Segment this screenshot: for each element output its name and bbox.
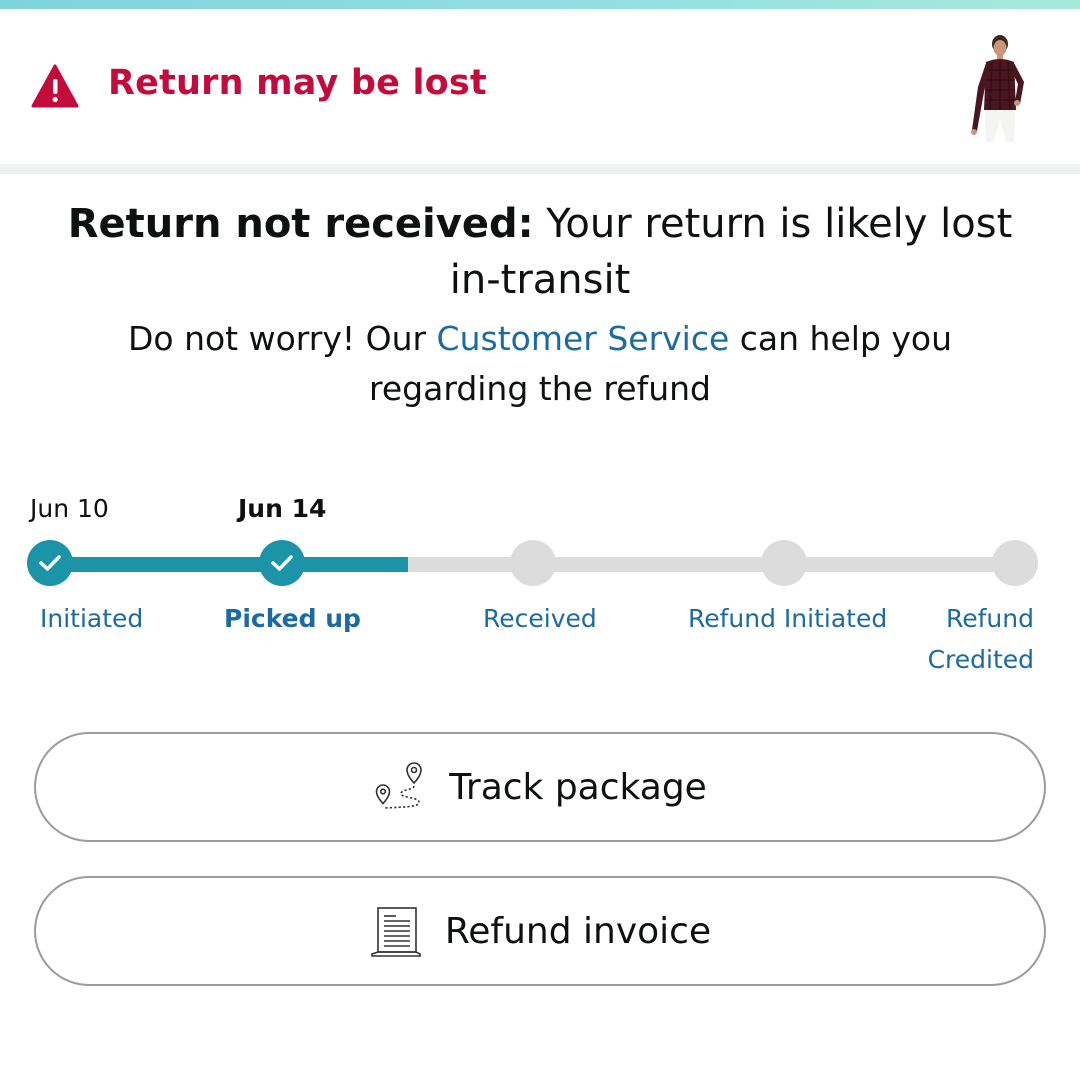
route-pin-icon — [375, 762, 422, 809]
status-message: Return not received: Your return is like… — [60, 196, 1020, 414]
step-label-picked-up: Picked up — [224, 604, 361, 633]
refund-invoice-button[interactable]: Refund invoice — [34, 876, 1046, 986]
step-node-initiated — [27, 540, 73, 586]
warning-triangle-icon — [31, 64, 79, 108]
track-package-button[interactable]: Track package — [34, 732, 1046, 842]
step-node-refund-initiated — [761, 540, 807, 586]
date-picked-up: Jun 14 — [238, 494, 327, 523]
step-node-picked-up — [259, 540, 305, 586]
product-thumbnail[interactable] — [958, 32, 1034, 144]
progress-bar-remaining — [408, 557, 1016, 572]
customer-service-link[interactable]: Customer Service — [437, 319, 730, 358]
invoice-document-icon — [371, 907, 421, 957]
top-accent-strip — [0, 0, 1080, 9]
check-icon — [271, 555, 293, 571]
status-body: Do not worry! Our Customer Service can h… — [60, 314, 1020, 414]
status-body-prefix: Do not worry! Our — [127, 319, 437, 358]
step-node-received — [510, 540, 556, 586]
step-label-received: Received — [483, 604, 597, 633]
date-initiated: Jun 10 — [30, 494, 109, 523]
status-headline-text: Your return is likely lost in-transit — [449, 201, 1013, 303]
step-label-refund-initiated: Refund Initiated — [688, 604, 888, 633]
step-label-refund-credited: Refund Credited — [927, 604, 1034, 674]
status-headline: Return not received: Your return is like… — [60, 196, 1020, 308]
section-divider — [0, 164, 1080, 174]
check-icon — [39, 555, 61, 571]
progress-bar-completed — [50, 557, 408, 572]
alert-title: Return may be lost — [108, 63, 487, 103]
step-label-initiated: Initiated — [40, 604, 144, 633]
refund-invoice-label: Refund invoice — [444, 910, 712, 952]
track-package-label: Track package — [449, 766, 707, 808]
status-headline-bold: Return not received: — [67, 201, 534, 247]
step-node-refund-credited — [992, 540, 1038, 586]
